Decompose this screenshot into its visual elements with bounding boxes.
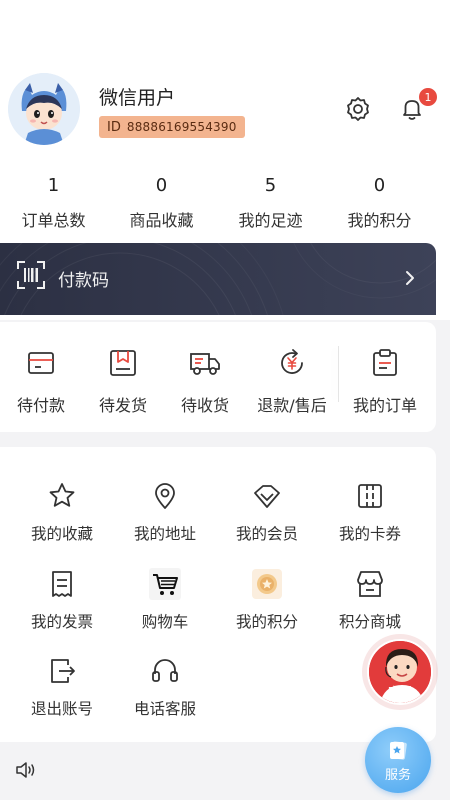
stat-value: 1 [47,175,60,196]
order-label: 我的订单 [352,396,417,415]
service-label: 我的收藏 [30,525,93,543]
notification-count-badge: 1 [417,86,439,108]
service-label: 我的卡券 [338,525,401,543]
id-value: 88886169554390 [126,120,237,134]
service-label: 我的发票 [30,613,93,631]
avatar[interactable] [8,73,80,145]
headset-icon [149,655,181,687]
points-coin-icon [251,568,283,600]
stat-label: 我的足迹 [238,211,303,230]
orders-card: 待付款 待发货 待收货 退款/售后 我的订单 [0,322,436,432]
service-cart[interactable]: 购物车 [114,568,216,632]
stat-label: 商品收藏 [129,211,194,230]
service-card-star-icon [390,740,407,760]
order-refund-aftersale[interactable]: 退款/售后 [246,322,338,432]
invoice-icon [46,568,78,600]
service-points-mall[interactable]: 积分商城 [319,568,421,632]
service-label: 退出账号 [30,700,93,718]
package-icon [106,346,140,380]
my-orders[interactable]: 我的订单 [339,322,431,432]
service-points[interactable]: 我的积分 [216,568,318,632]
stat-label: 我的积分 [347,211,412,230]
service-fab-label: 服务 [384,767,411,783]
service-membership[interactable]: 我的会员 [216,480,318,544]
order-pending-payment[interactable]: 待付款 [0,322,82,432]
chevron-right-icon [406,271,414,285]
order-pending-shipment[interactable]: 待发货 [82,322,164,432]
barcode-scan-icon [17,261,45,289]
wallet-icon [24,346,58,380]
service-label: 我的积分 [235,613,298,631]
stat-points[interactable]: 0 我的积分 [325,175,434,235]
stat-footprints[interactable]: 5 我的足迹 [216,175,325,235]
stats-row: 1 订单总数 0 商品收藏 5 我的足迹 0 我的积分 [0,175,450,235]
cart-icon [149,568,181,600]
service-logout[interactable]: 退出账号 [11,655,113,719]
order-label: 退款/售后 [257,396,327,415]
store-icon [354,568,386,600]
user-id-badge: ID 88886169554390 [99,116,245,138]
gear-icon [347,97,369,121]
service-label: 我的会员 [235,525,298,543]
ticket-icon [354,480,386,512]
stat-orders[interactable]: 1 订单总数 [0,175,107,235]
stat-value: 0 [155,175,168,196]
refund-icon [275,346,309,380]
diamond-icon [251,480,283,512]
payment-code-label: 付款码 [58,271,109,291]
service-phone-support[interactable]: 电话客服 [114,655,216,719]
order-label: 待收货 [180,396,229,415]
speaker-icon[interactable] [15,760,37,780]
payment-code-bar[interactable]: 付款码 [0,243,436,315]
settings-button[interactable] [342,93,374,125]
order-label: 待付款 [16,396,65,415]
customer-service-float-button[interactable]: 客服 [362,634,438,710]
avatar-cartoon-icon [8,73,80,145]
username: 微信用户 [99,87,176,109]
stat-value: 5 [264,175,277,196]
location-icon [149,480,181,512]
order-label: 待发货 [98,396,147,415]
service-label: 购物车 [141,613,189,631]
stat-favorites[interactable]: 0 商品收藏 [107,175,216,235]
customer-service-avatar: 客服 [367,639,433,705]
service-label: 电话客服 [133,700,196,718]
service-favorites[interactable]: 我的收藏 [11,480,113,544]
service-address[interactable]: 我的地址 [114,480,216,544]
service-fab-button[interactable]: 服务 [365,727,431,793]
clipboard-icon [368,346,402,380]
stat-label: 订单总数 [21,211,86,230]
logout-icon [46,655,78,687]
service-label: 我的地址 [133,525,196,543]
service-coupons[interactable]: 我的卡券 [319,480,421,544]
truck-icon [188,346,222,380]
service-invoice[interactable]: 我的发票 [11,568,113,632]
order-pending-receipt[interactable]: 待收货 [164,322,246,432]
service-label: 积分商城 [338,613,401,631]
stat-value: 0 [373,175,386,196]
star-icon [46,480,78,512]
customer-service-label: 客服 [387,685,412,699]
id-label: ID [107,119,121,135]
